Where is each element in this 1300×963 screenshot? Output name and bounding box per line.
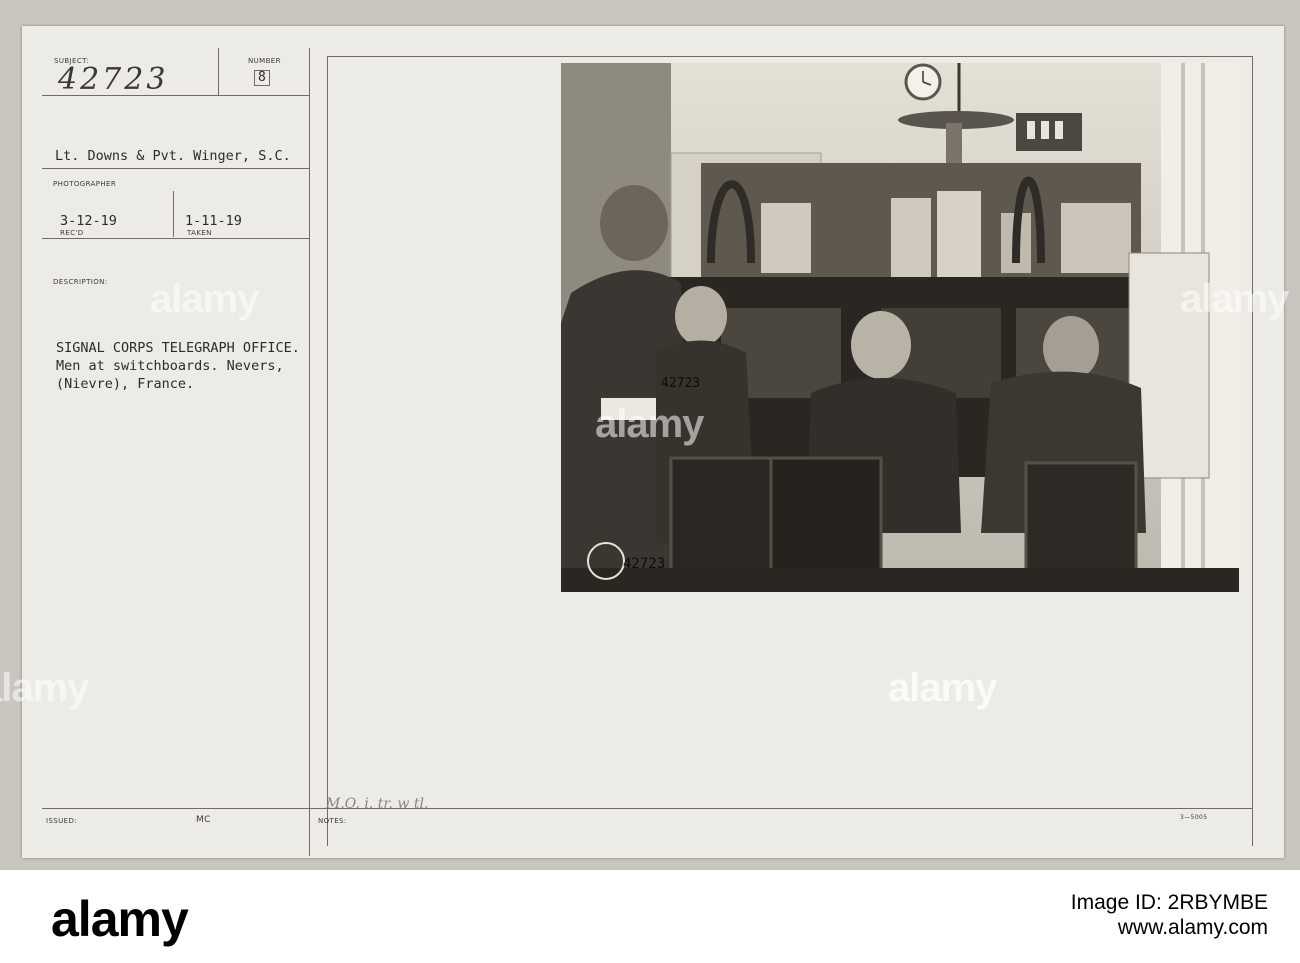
photo-frame-top xyxy=(327,56,1252,57)
description-line-2: Men at switchboards. Nevers, xyxy=(56,358,284,374)
issued-initials: MC xyxy=(196,815,211,825)
notes-handwriting: M.O. i. tr. w tl. xyxy=(326,796,429,812)
photographer-rule xyxy=(42,168,310,169)
description-line-1: SIGNAL CORPS TELEGRAPH OFFICE. xyxy=(56,340,300,356)
number-stamp: 8 xyxy=(254,70,270,86)
watermark-5: alamy xyxy=(0,666,89,710)
vertical-divider-left xyxy=(309,48,310,856)
photograph-switchboards: 42723 42723 xyxy=(561,63,1239,592)
description-line-3: (Nievre), France. xyxy=(56,376,195,392)
form-code: 3—5005 xyxy=(1180,814,1208,821)
received-label: REC'D xyxy=(60,229,84,237)
image-id-text: Image ID: 2RBYMBE xyxy=(1070,891,1268,914)
subject-number: 42723 xyxy=(58,62,169,97)
watermark-4: alamy xyxy=(1180,277,1289,321)
vertical-divider-number xyxy=(218,48,219,96)
switchboard-scene: 42723 42723 xyxy=(561,63,1239,592)
taken-label: TAKEN xyxy=(187,229,212,237)
photo-stamp-number: 42723 xyxy=(661,376,700,391)
dates-divider xyxy=(173,191,174,237)
watermark-3: alamy xyxy=(888,666,997,710)
photo-frame-left xyxy=(327,56,328,846)
received-date: 3-12-19 xyxy=(60,213,117,229)
description-label: DESCRIPTION: xyxy=(53,278,108,286)
issued-label: ISSUED: xyxy=(46,817,78,825)
bottom-rule xyxy=(42,808,1252,809)
watermark-2: alamy xyxy=(595,402,704,446)
alamy-logo: alamy xyxy=(51,891,189,947)
image-id: Image ID: 2RBYMBE www.alamy.com xyxy=(1071,890,1268,940)
photographer-name: Lt. Downs & Pvt. Winger, S.C. xyxy=(55,148,291,164)
site-url: www.alamy.com xyxy=(1117,916,1268,939)
notes-label: NOTES: xyxy=(318,817,347,825)
number-label: NUMBER xyxy=(248,57,281,65)
photo-corner-number: 42723 xyxy=(623,556,665,572)
photographer-label: PHOTOGRAPHER xyxy=(53,180,117,188)
taken-date: 1-11-19 xyxy=(185,213,242,229)
watermark-1: alamy xyxy=(150,277,259,321)
dates-rule xyxy=(42,238,310,239)
photo-frame-right xyxy=(1252,56,1253,846)
